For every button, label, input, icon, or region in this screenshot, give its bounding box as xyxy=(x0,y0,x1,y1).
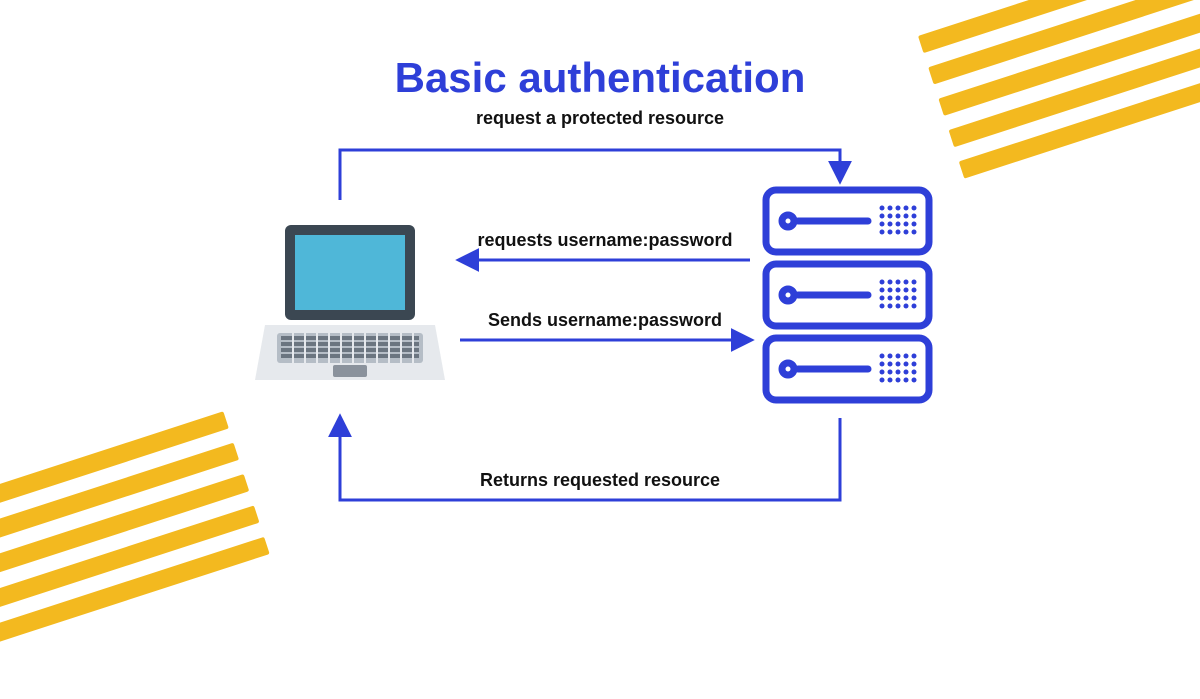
laptop-icon xyxy=(255,215,445,400)
label-send-credentials: Sends username:password xyxy=(460,310,750,331)
decorative-stripes-bottom xyxy=(0,397,287,699)
label-request-credentials: requests username:password xyxy=(460,230,750,251)
server-icon xyxy=(760,180,935,415)
label-request-resource: request a protected resource xyxy=(0,108,1200,129)
label-return-resource: Returns requested resource xyxy=(0,470,1200,491)
diagram-title: Basic authentication xyxy=(0,54,1200,102)
